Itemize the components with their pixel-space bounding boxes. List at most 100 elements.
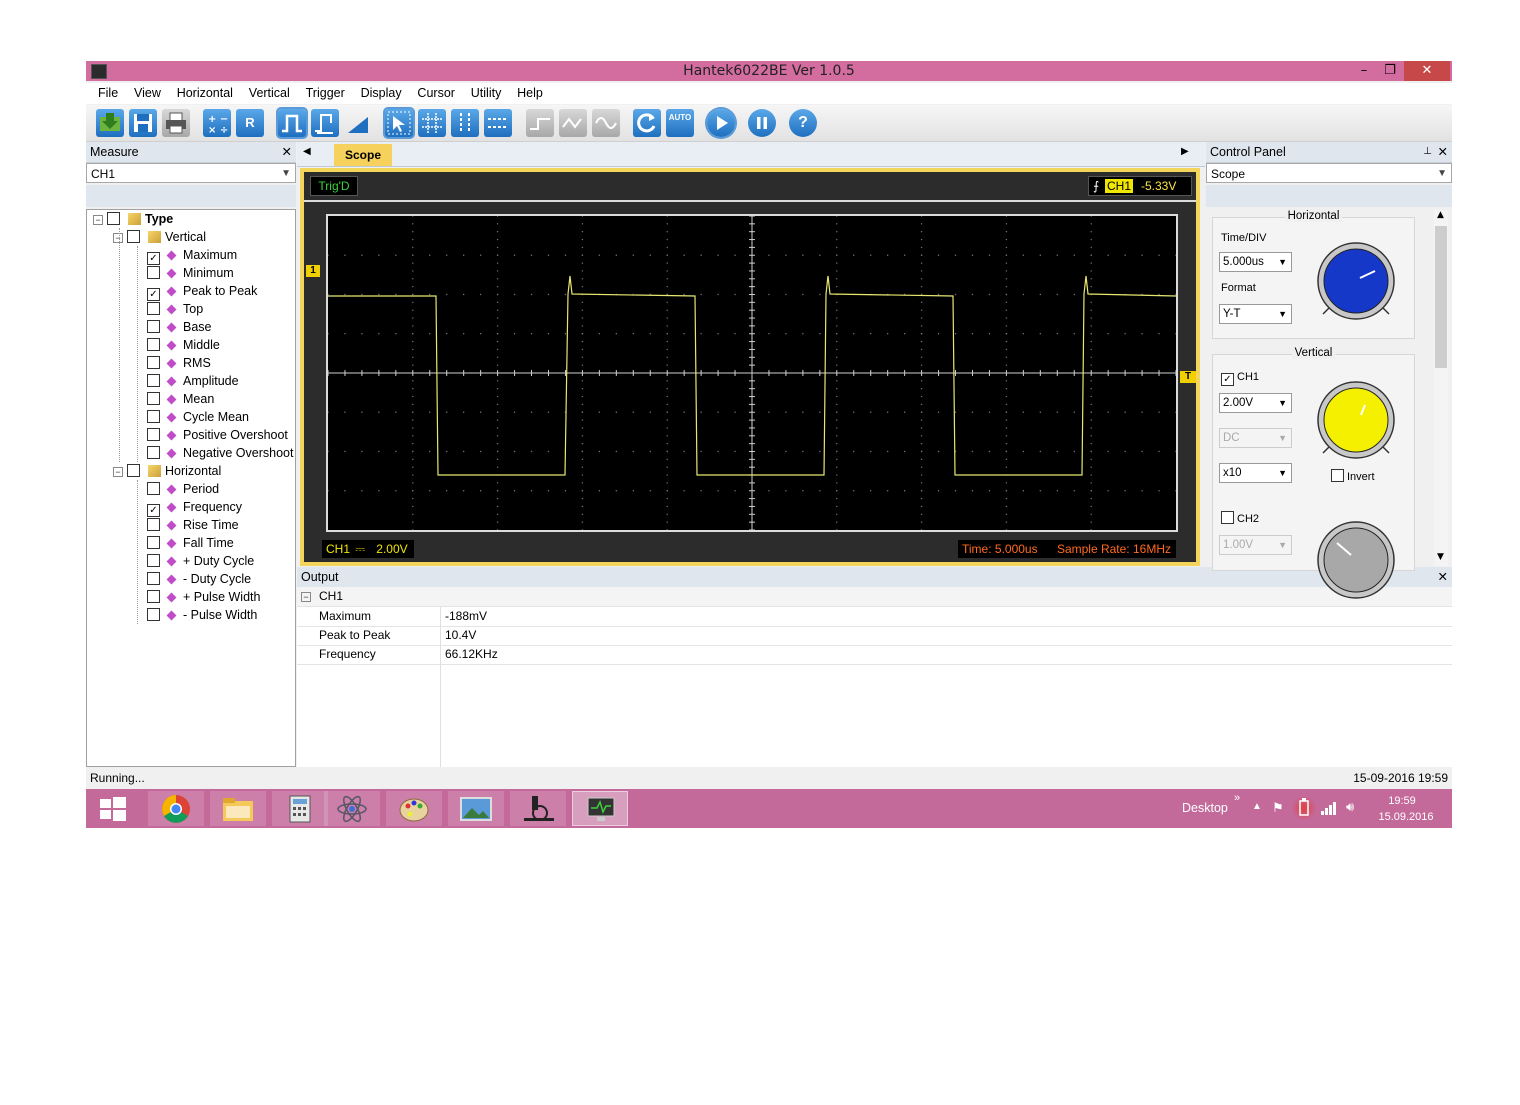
pin-icon[interactable]: ⊥	[1423, 142, 1432, 162]
invert-checkbox[interactable]	[1331, 469, 1344, 482]
measure-checkbox[interactable]	[147, 536, 160, 549]
control-panel-close-icon[interactable]: ✕	[1438, 142, 1448, 162]
measure-item-rms[interactable]: RMS	[147, 354, 211, 372]
device-app-icon[interactable]	[510, 791, 566, 826]
measure-item-pulse-width[interactable]: + Pulse Width	[147, 588, 260, 606]
measure-item-pulse-width[interactable]: - Pulse Width	[147, 606, 257, 624]
edge-trigger-icon[interactable]	[311, 109, 339, 137]
vertical-group-checkbox[interactable]	[127, 230, 140, 243]
vertical-cursor-icon[interactable]	[451, 109, 479, 137]
ch1-checkbox[interactable]: ✓	[1221, 373, 1234, 386]
output-row[interactable]: Frequency 66.12KHz	[297, 645, 1452, 665]
measure-checkbox[interactable]	[147, 410, 160, 423]
invert-toggle[interactable]: Invert	[1331, 469, 1375, 483]
measure-checkbox[interactable]	[147, 338, 160, 351]
network-signal-icon[interactable]	[1320, 801, 1338, 818]
measure-item-minimum[interactable]: Minimum	[147, 264, 234, 282]
tab-scroll-left-icon[interactable]: ◀	[303, 146, 311, 157]
menu-file[interactable]: File	[98, 83, 118, 104]
tree-root[interactable]: − Type	[93, 210, 173, 228]
collapse-icon[interactable]: −	[113, 467, 123, 477]
measure-item-duty-cycle[interactable]: + Duty Cycle	[147, 552, 254, 570]
measure-checkbox[interactable]	[147, 608, 160, 621]
flag-icon[interactable]: ⚑	[1272, 800, 1284, 816]
measure-item-positive-overshoot[interactable]: Positive Overshoot	[147, 426, 288, 444]
ch1-position-marker[interactable]: 1	[306, 265, 320, 277]
measure-item-duty-cycle[interactable]: - Duty Cycle	[147, 570, 251, 588]
measure-checkbox[interactable]	[147, 446, 160, 459]
horizontal-cursor-icon[interactable]	[484, 109, 512, 137]
menu-trigger[interactable]: Trigger	[306, 83, 345, 104]
waveform-grid[interactable]	[326, 214, 1245, 563]
control-panel-scrollbar[interactable]: ▲ ▼	[1434, 210, 1448, 566]
show-hidden-icons-icon[interactable]: ▲	[1252, 801, 1262, 812]
measure-checkbox[interactable]	[147, 428, 160, 441]
atom-app-icon[interactable]	[324, 791, 380, 826]
measure-close-icon[interactable]: ✕	[282, 142, 292, 162]
scroll-up-icon[interactable]: ▲	[1437, 210, 1444, 220]
grid-icon[interactable]	[418, 109, 446, 137]
ch2-enable[interactable]: CH2	[1221, 511, 1259, 525]
measure-checkbox[interactable]	[147, 356, 160, 369]
menu-display[interactable]: Display	[361, 83, 402, 104]
clock-time[interactable]: 19:59	[1380, 795, 1424, 807]
ch2-volts-knob[interactable]	[1313, 517, 1399, 603]
print-icon[interactable]	[162, 109, 190, 137]
ch1-enable[interactable]: ✓ CH1	[1221, 371, 1259, 386]
output-group-row[interactable]: − CH1	[297, 587, 1452, 607]
output-row[interactable]: Maximum -188mV	[297, 607, 1452, 627]
measure-checkbox[interactable]	[147, 572, 160, 585]
pulse-trigger-icon[interactable]	[278, 109, 306, 137]
measure-channel-select[interactable]: CH1 ▼	[86, 163, 296, 183]
measure-item-fall-time[interactable]: Fall Time	[147, 534, 234, 552]
tab-scope[interactable]: Scope	[334, 144, 392, 166]
battery-icon[interactable]	[1292, 795, 1316, 821]
measure-checkbox[interactable]	[147, 266, 160, 279]
measure-checkbox[interactable]	[147, 392, 160, 405]
collapse-icon[interactable]: −	[113, 233, 123, 243]
measure-item-cycle-mean[interactable]: Cycle Mean	[147, 408, 249, 426]
run-icon[interactable]	[707, 109, 735, 137]
menu-help[interactable]: Help	[517, 83, 543, 104]
collapse-icon[interactable]: −	[93, 215, 103, 225]
scrollbar-thumb[interactable]	[1435, 226, 1447, 368]
pause-icon[interactable]	[748, 109, 776, 137]
measure-item-peak-to-peak[interactable]: ✓ Peak to Peak	[147, 282, 257, 301]
help-icon[interactable]: ?	[789, 109, 817, 137]
measure-checkbox[interactable]	[147, 374, 160, 387]
measure-item-rise-time[interactable]: Rise Time	[147, 516, 239, 534]
calculator-icon[interactable]	[272, 791, 328, 826]
photos-icon[interactable]	[448, 791, 504, 826]
measure-item-top[interactable]: Top	[147, 300, 203, 318]
toolbar-chevron-icon[interactable]: »	[1234, 792, 1240, 804]
chrome-icon[interactable]	[148, 791, 204, 826]
control-mode-select[interactable]: Scope ▼	[1206, 163, 1452, 183]
horizontal-group-checkbox[interactable]	[127, 464, 140, 477]
ch1-coupling-select[interactable]: DC ▼	[1219, 428, 1292, 448]
measure-checkbox[interactable]	[147, 482, 160, 495]
menu-utility[interactable]: Utility	[471, 83, 502, 104]
menu-horizontal[interactable]: Horizontal	[177, 83, 233, 104]
ramp-icon[interactable]	[344, 109, 372, 137]
tree-vertical-group[interactable]: − Vertical	[113, 228, 206, 246]
format-select[interactable]: Y-T ▼	[1219, 304, 1292, 324]
measure-item-middle[interactable]: Middle	[147, 336, 220, 354]
measure-item-maximum[interactable]: ✓ Maximum	[147, 246, 237, 265]
ch2-volts-select[interactable]: 1.00V ▼	[1219, 535, 1292, 555]
desktop-toolbar-label[interactable]: Desktop	[1182, 801, 1228, 815]
measure-checkbox[interactable]	[147, 554, 160, 567]
ch1-volts-select[interactable]: 2.00V ▼	[1219, 393, 1292, 413]
measure-item-negative-overshoot[interactable]: Negative Overshoot	[147, 444, 293, 462]
measure-checkbox[interactable]	[147, 320, 160, 333]
reference-button[interactable]: R	[236, 109, 264, 137]
output-close-icon[interactable]: ✕	[1438, 567, 1448, 587]
output-row[interactable]: Peak to Peak 10.4V	[297, 626, 1452, 646]
tree-horizontal-group[interactable]: − Horizontal	[113, 462, 221, 480]
close-button[interactable]: ✕	[1404, 61, 1450, 81]
save-icon[interactable]	[129, 109, 157, 137]
collapse-icon[interactable]: −	[301, 592, 311, 602]
ch2-checkbox[interactable]	[1221, 511, 1234, 524]
tree-root-checkbox[interactable]	[107, 212, 120, 225]
math-icon[interactable]: + − × ÷	[203, 109, 231, 137]
scroll-down-icon[interactable]: ▼	[1437, 552, 1444, 562]
